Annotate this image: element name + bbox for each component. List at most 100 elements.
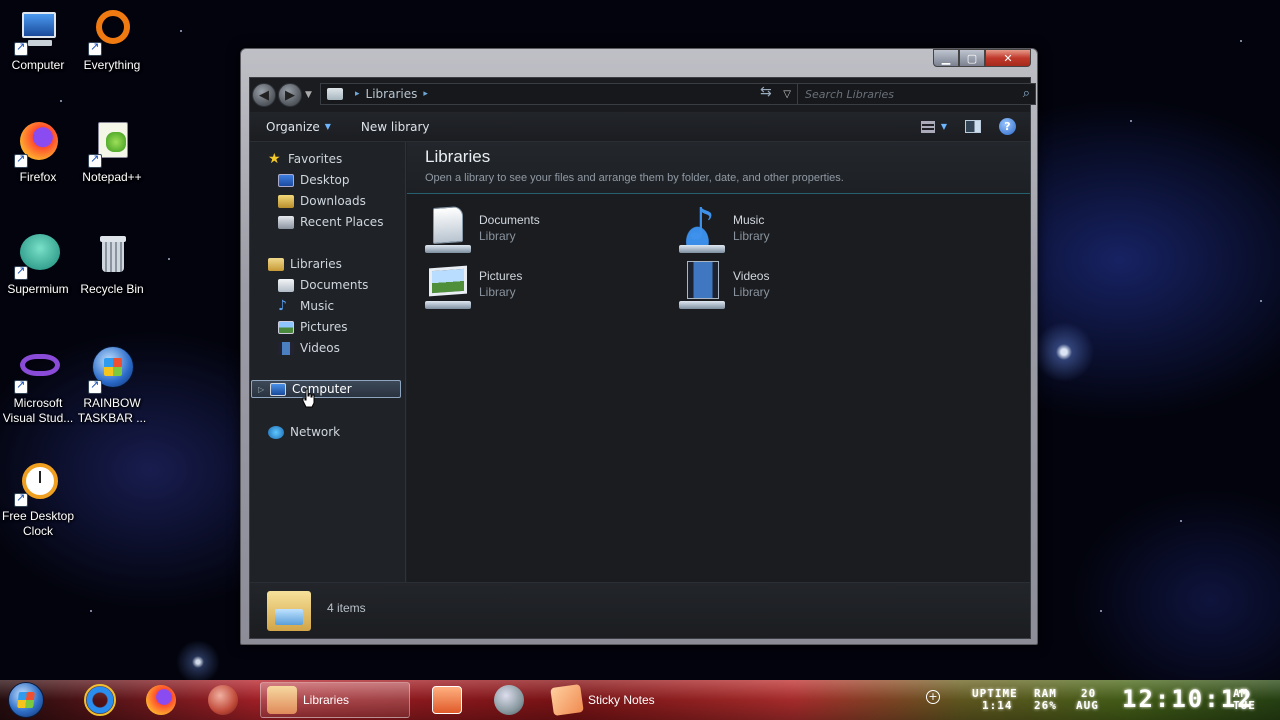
taskbar-label: Sticky Notes [588, 693, 655, 707]
computer-icon [270, 382, 286, 396]
taskbar-label: Libraries [303, 693, 350, 707]
help-icon[interactable]: ? [999, 118, 1016, 135]
library-item-documents[interactable]: Documents Library [425, 202, 655, 254]
change-view-icon[interactable] [920, 120, 935, 133]
desktop-icon-firefox[interactable]: Firefox [0, 120, 76, 185]
desktop-icon-label: Supermium [7, 282, 69, 296]
libraries-folder-icon [267, 686, 297, 714]
library-item-music[interactable]: Music Library [679, 199, 909, 254]
taskbar-sticky-notes[interactable]: Sticky Notes [550, 682, 655, 718]
taskbar-firefox[interactable] [146, 682, 182, 718]
search-input[interactable] [805, 87, 1005, 101]
nav-music[interactable]: ♪ Music [250, 297, 405, 315]
nav-libraries[interactable]: Libraries [250, 255, 405, 273]
nav-computer[interactable]: ▷ Computer [251, 380, 401, 398]
nav-desktop[interactable]: Desktop [250, 171, 405, 189]
desktop-icon-label: RAINBOW TASKBAR ... [77, 396, 147, 425]
nav-recent-places[interactable]: Recent Places [250, 213, 405, 231]
library-name: Music [733, 213, 765, 227]
close-button[interactable]: ✕ [985, 49, 1031, 67]
caption-buttons: ▁ ▢ ✕ [933, 49, 1031, 67]
search-icon[interactable]: ⌕ [1023, 86, 1030, 101]
taskbar-globe[interactable] [494, 682, 530, 718]
desktop-icon-free-desktop-clock[interactable]: Free Desktop Clock [0, 459, 76, 539]
library-item-videos[interactable]: Videos Library [679, 258, 909, 310]
taskbar-internet-explorer[interactable] [84, 682, 122, 718]
computer-icon [14, 8, 62, 56]
nav-label: Desktop [300, 173, 350, 187]
everything-icon [88, 8, 136, 56]
nav-videos[interactable]: Videos [250, 339, 405, 357]
taskbar-windows-orb[interactable] [208, 682, 244, 718]
desktop-icon-label: Everything [83, 58, 141, 72]
address-toolbar: ◀ ▶ ▼ ▸ Libraries ▸ ▽ ⇆ ⌕ [250, 78, 1036, 112]
minimize-button[interactable]: ▁ [933, 49, 959, 67]
navigation-pane: ★ Favorites Desktop Downloads Recent Pla… [250, 142, 406, 582]
desktop-icon-label: Firefox [19, 170, 57, 184]
nav-downloads[interactable]: Downloads [250, 192, 405, 210]
libraries-icon [268, 257, 284, 271]
windows-logo-icon [17, 692, 35, 708]
ram-value: 26% [1034, 699, 1057, 712]
show-hidden-icons-button[interactable]: + [926, 690, 940, 704]
desktop-icon-label: Microsoft Visual Stud... [2, 396, 74, 425]
nav-label: Libraries [290, 257, 342, 271]
organize-label: Organize [266, 119, 320, 134]
search-box[interactable]: ⌕ [797, 83, 1036, 105]
libraries-folder-icon [327, 88, 343, 100]
desktop-icon-label: Recycle Bin [80, 282, 144, 296]
nav-network[interactable]: Network [250, 423, 405, 441]
expand-chevron-icon[interactable]: ▷ [258, 385, 264, 394]
desktop-icon-label: Free Desktop Clock [1, 509, 75, 538]
library-type: Library [479, 285, 516, 299]
notepad-plus-plus-icon [88, 120, 136, 168]
explorer-window[interactable]: ▁ ▢ ✕ ◀ ▶ ▼ ▸ Libraries ▸ ▽ ⇆ ⌕ Organize [240, 48, 1038, 645]
nav-label: Downloads [300, 194, 366, 208]
address-dropdown-icon[interactable]: ▽ [783, 89, 791, 100]
date-month: AUG [1076, 699, 1099, 712]
desktop-icon-notepad-plus-plus[interactable]: Notepad++ [74, 120, 150, 185]
taskbar-libraries[interactable]: Libraries [260, 682, 410, 718]
nav-pictures[interactable]: Pictures [250, 318, 405, 336]
music-library-icon [679, 199, 725, 253]
breadcrumb-separator-icon[interactable]: ▸ [423, 89, 428, 99]
nav-favorites[interactable]: ★ Favorites [250, 150, 405, 168]
command-bar: Organize ▼ New library ▼ ? [250, 112, 1030, 142]
page-title: Libraries [425, 147, 491, 166]
start-button[interactable] [8, 682, 44, 718]
forward-button[interactable]: ▶ [278, 83, 302, 107]
preview-pane-icon[interactable] [965, 120, 981, 133]
view-controls: ▼ ? [920, 118, 1016, 135]
desktop-icon-everything[interactable]: Everything [74, 8, 150, 73]
internet-explorer-icon [84, 684, 116, 716]
desktop-icon-supermium[interactable]: Supermium [0, 232, 76, 297]
desktop-icon-rainbow-taskbar[interactable]: RAINBOW TASKBAR ... [74, 346, 150, 426]
organize-button[interactable]: Organize ▼ [266, 120, 331, 134]
taskbar-media-player[interactable] [432, 682, 468, 718]
chevron-down-icon: ▼ [324, 122, 331, 131]
page-subtitle: Open a library to see your files and arr… [425, 172, 844, 184]
desktop-icon-recycle-bin[interactable]: Recycle Bin [74, 232, 150, 297]
documents-library-icon [425, 205, 471, 253]
hand-cursor-icon [302, 388, 315, 408]
desktop-icon [278, 173, 294, 187]
new-library-button[interactable]: New library [361, 120, 430, 134]
network-icon [268, 425, 284, 439]
pictures-library-icon [425, 261, 471, 309]
nav-documents[interactable]: Documents [250, 276, 405, 294]
windows-orb-icon [208, 685, 238, 715]
address-bar[interactable]: ▸ Libraries ▸ ▽ [320, 83, 800, 105]
content-pane: Libraries Open a library to see your fil… [407, 142, 1030, 582]
breadcrumb-separator-icon[interactable]: ▸ [355, 89, 360, 99]
library-type: Library [733, 229, 770, 243]
back-button[interactable]: ◀ [252, 83, 276, 107]
desktop-icon-computer[interactable]: Computer [0, 8, 76, 73]
library-item-pictures[interactable]: Pictures Library [425, 258, 655, 310]
more-views-chevron-icon[interactable]: ▼ [941, 122, 947, 131]
refresh-icon[interactable]: ⇆ [760, 84, 772, 100]
breadcrumb-libraries[interactable]: Libraries [366, 87, 418, 101]
recent-pages-dropdown[interactable]: ▼ [305, 90, 312, 100]
desktop-icon-visual-studio[interactable]: Microsoft Visual Stud... [0, 346, 76, 426]
nav-label: Videos [300, 341, 340, 355]
maximize-button[interactable]: ▢ [959, 49, 985, 67]
